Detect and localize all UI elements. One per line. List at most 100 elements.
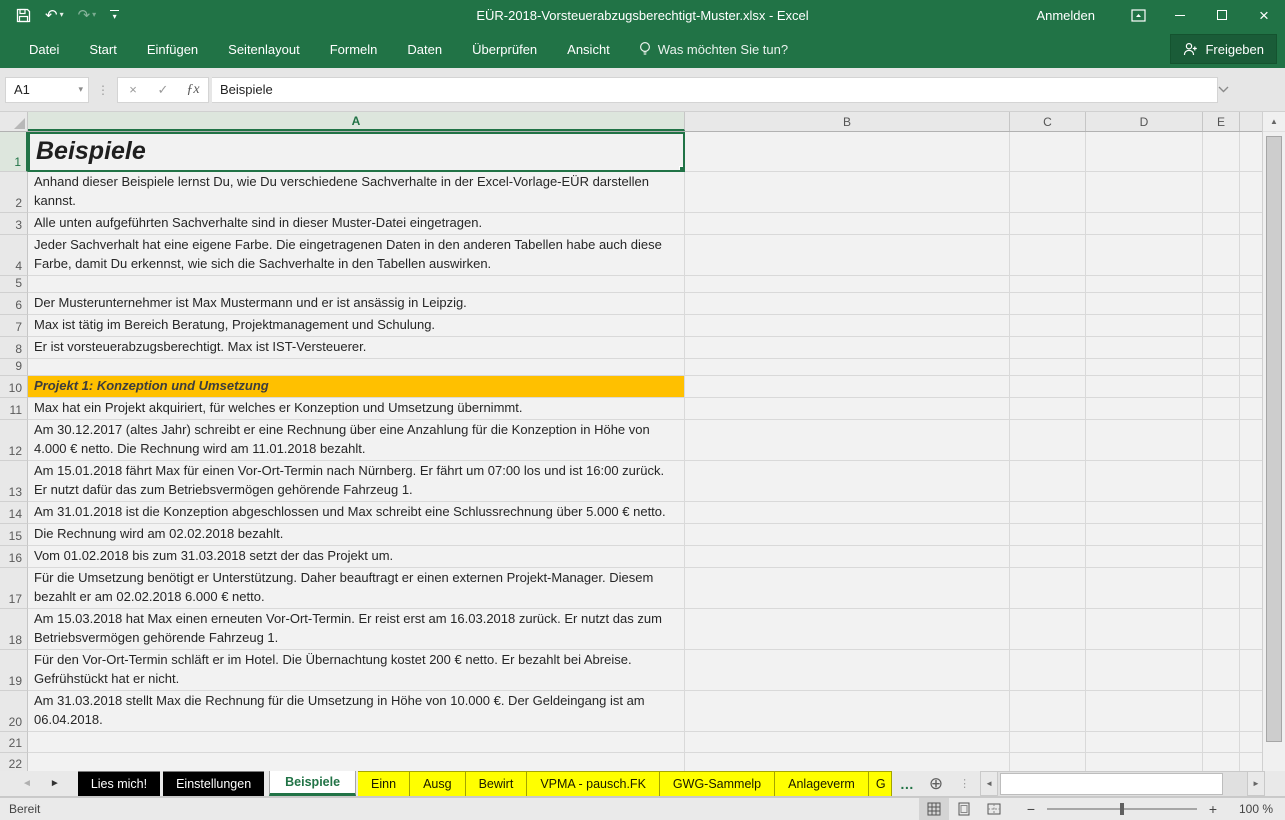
sheet-tab-vpma-pausch-fk[interactable]: VPMA - pausch.FK	[527, 771, 660, 796]
ribbon-tab-daten[interactable]: Daten	[392, 32, 457, 67]
page-layout-view-button[interactable]	[949, 798, 979, 820]
cell-E14[interactable]	[1203, 502, 1240, 524]
cell-D5[interactable]	[1086, 276, 1203, 293]
ribbon-tab-datei[interactable]: Datei	[14, 32, 74, 67]
cell-C15[interactable]	[1010, 524, 1086, 546]
cell-A4[interactable]: Jeder Sachverhalt hat eine eigene Farbe.…	[28, 235, 685, 276]
cell-E19[interactable]	[1203, 650, 1240, 691]
cell-A15[interactable]: Die Rechnung wird am 02.02.2018 bezahlt.	[28, 524, 685, 546]
tab-scroll-right-icon[interactable]: ►	[50, 778, 60, 789]
sheet-tab-gwg-sammelp[interactable]: GWG-Sammelp	[660, 771, 775, 796]
zoom-level[interactable]: 100 %	[1229, 802, 1273, 816]
ribbon-tab-ansicht[interactable]: Ansicht	[552, 32, 625, 67]
sheet-tab-einstellungen[interactable]: Einstellungen	[163, 771, 264, 796]
column-header-D[interactable]: D	[1086, 112, 1203, 131]
cell-A7[interactable]: Max ist tätig im Bereich Beratung, Proje…	[28, 315, 685, 337]
row-header-10[interactable]: 10	[0, 376, 28, 398]
sheet-tab-anlageverm[interactable]: Anlageverm	[775, 771, 869, 796]
ribbon-tab-überprüfen[interactable]: Überprüfen	[457, 32, 552, 67]
cell-A22[interactable]	[28, 753, 685, 771]
sheet-tab-beispiele[interactable]: Beispiele	[269, 771, 356, 796]
name-box[interactable]: A1 ▾	[5, 77, 89, 103]
cell-B3[interactable]	[685, 213, 1010, 235]
fill-handle[interactable]	[679, 166, 685, 172]
cell-E6[interactable]	[1203, 293, 1240, 315]
cell-D6[interactable]	[1086, 293, 1203, 315]
cell-C18[interactable]	[1010, 609, 1086, 650]
cell-A2[interactable]: Anhand dieser Beispiele lernst Du, wie D…	[28, 172, 685, 213]
tab-scroll-left-icon[interactable]: ◄	[22, 778, 32, 789]
hscroll-track[interactable]	[998, 771, 1247, 796]
cell-A14[interactable]: Am 31.01.2018 ist die Konzeption abgesch…	[28, 502, 685, 524]
row-header-17[interactable]: 17	[0, 568, 28, 609]
ribbon-tab-einfügen[interactable]: Einfügen	[132, 32, 213, 67]
cell-E16[interactable]	[1203, 546, 1240, 568]
cell-C20[interactable]	[1010, 691, 1086, 732]
row-header-1[interactable]: 1	[0, 132, 28, 172]
row-header-4[interactable]: 4	[0, 235, 28, 276]
hscroll-left-icon[interactable]: ◄	[980, 771, 998, 796]
cell-C5[interactable]	[1010, 276, 1086, 293]
cell-A21[interactable]	[28, 732, 685, 753]
row-header-22[interactable]: 22	[0, 753, 28, 771]
sheet-tab-ausg[interactable]: Ausg	[410, 771, 466, 796]
row-header-2[interactable]: 2	[0, 172, 28, 213]
insert-function-icon[interactable]: ƒx	[178, 82, 208, 98]
close-button[interactable]: ×	[1243, 0, 1285, 30]
horizontal-scroll-thumb[interactable]	[1000, 773, 1223, 795]
cell-D16[interactable]	[1086, 546, 1203, 568]
cell-D3[interactable]	[1086, 213, 1203, 235]
cell-A8[interactable]: Er ist vorsteuerabzugsberechtigt. Max is…	[28, 337, 685, 359]
cell-A13[interactable]: Am 15.01.2018 fährt Max für einen Vor-Or…	[28, 461, 685, 502]
column-header-B[interactable]: B	[685, 112, 1010, 131]
normal-view-button[interactable]	[919, 798, 949, 820]
page-break-view-button[interactable]	[979, 798, 1009, 820]
cell-D22[interactable]	[1086, 753, 1203, 771]
cell-D7[interactable]	[1086, 315, 1203, 337]
cell-A11[interactable]: Max hat ein Projekt akquiriert, für welc…	[28, 398, 685, 420]
select-all-button[interactable]	[0, 112, 28, 131]
row-header-5[interactable]: 5	[0, 276, 28, 293]
row-header-8[interactable]: 8	[0, 337, 28, 359]
cell-B16[interactable]	[685, 546, 1010, 568]
cell-B1[interactable]	[685, 132, 1010, 172]
cell-B14[interactable]	[685, 502, 1010, 524]
cell-A12[interactable]: Am 30.12.2017 (altes Jahr) schreibt er e…	[28, 420, 685, 461]
redo-button[interactable]: ↷▾	[78, 8, 97, 23]
formula-bar-expand-icon[interactable]	[1218, 86, 1240, 93]
more-sheets-icon[interactable]: …	[892, 771, 923, 796]
vertical-scroll-thumb[interactable]	[1266, 136, 1282, 742]
ribbon-tab-start[interactable]: Start	[74, 32, 131, 67]
cell-E15[interactable]	[1203, 524, 1240, 546]
cell-C7[interactable]	[1010, 315, 1086, 337]
cell-D8[interactable]	[1086, 337, 1203, 359]
row-header-7[interactable]: 7	[0, 315, 28, 337]
cell-C3[interactable]	[1010, 213, 1086, 235]
cell-C11[interactable]	[1010, 398, 1086, 420]
formula-input[interactable]: Beispiele	[212, 77, 1218, 103]
cell-C6[interactable]	[1010, 293, 1086, 315]
row-header-6[interactable]: 6	[0, 293, 28, 315]
cell-C1[interactable]	[1010, 132, 1086, 172]
cell-D14[interactable]	[1086, 502, 1203, 524]
row-header-9[interactable]: 9	[0, 359, 28, 376]
horizontal-scrollbar[interactable]: ◄ ►	[980, 771, 1265, 796]
cell-C21[interactable]	[1010, 732, 1086, 753]
minimize-button[interactable]	[1159, 0, 1201, 30]
zoom-slider-thumb[interactable]	[1120, 803, 1124, 815]
cell-E5[interactable]	[1203, 276, 1240, 293]
cell-B5[interactable]	[685, 276, 1010, 293]
cell-D21[interactable]	[1086, 732, 1203, 753]
row-header-16[interactable]: 16	[0, 546, 28, 568]
cell-C13[interactable]	[1010, 461, 1086, 502]
row-header-14[interactable]: 14	[0, 502, 28, 524]
save-icon[interactable]	[16, 8, 31, 23]
cell-B9[interactable]	[685, 359, 1010, 376]
cell-E10[interactable]	[1203, 376, 1240, 398]
cell-A1[interactable]: Beispiele	[28, 132, 685, 172]
cell-C8[interactable]	[1010, 337, 1086, 359]
cell-B20[interactable]	[685, 691, 1010, 732]
cell-B22[interactable]	[685, 753, 1010, 771]
cell-E21[interactable]	[1203, 732, 1240, 753]
cell-C10[interactable]	[1010, 376, 1086, 398]
